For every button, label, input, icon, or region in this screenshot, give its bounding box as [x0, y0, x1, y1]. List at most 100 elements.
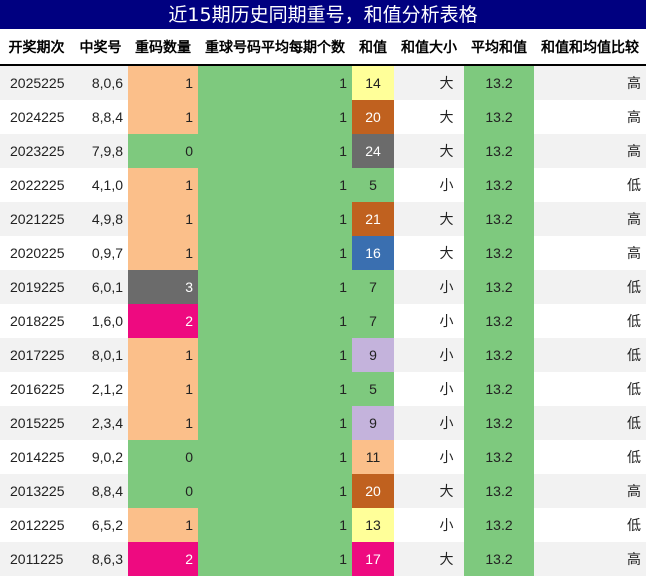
table-row: 2018225 1,6,0 2 1 7 小 13.2 低 — [0, 304, 646, 338]
avg-sum-cell: 13.2 — [464, 474, 534, 508]
compare-cell: 低 — [534, 440, 646, 474]
repeat-count-cell: 1 — [128, 338, 198, 372]
table-row: 2015225 2,3,4 1 1 9 小 13.2 低 — [0, 406, 646, 440]
table-row: 2020225 0,9,7 1 1 16 大 13.2 高 — [0, 236, 646, 270]
repeat-count-cell: 1 — [128, 168, 198, 202]
avg-sum-cell: 13.2 — [464, 168, 534, 202]
table-row: 2022225 4,1,0 1 1 5 小 13.2 低 — [0, 168, 646, 202]
table-row: 2025225 8,0,6 1 1 14 大 13.2 高 — [0, 65, 646, 100]
table-row: 2019225 6,0,1 3 1 7 小 13.2 低 — [0, 270, 646, 304]
table-row: 2021225 4,9,8 1 1 21 大 13.2 高 — [0, 202, 646, 236]
sum-cell: 14 — [352, 65, 394, 100]
avg-repeat-cell: 1 — [198, 508, 352, 542]
avg-repeat-cell: 1 — [198, 270, 352, 304]
sum-size-cell: 大 — [394, 134, 464, 168]
compare-cell: 低 — [534, 372, 646, 406]
period-cell: 2011225 — [0, 542, 73, 576]
compare-cell: 高 — [534, 542, 646, 576]
table-row: 2014225 9,0,2 0 1 11 小 13.2 低 — [0, 440, 646, 474]
lottery-analysis-table: 开奖期次 中奖号 重码数量 重球号码平均每期个数 和值 和值大小 平均和值 和值… — [0, 30, 646, 576]
avg-sum-cell: 13.2 — [464, 440, 534, 474]
repeat-count-cell: 1 — [128, 100, 198, 134]
period-cell: 2018225 — [0, 304, 73, 338]
winning-numbers-cell: 6,0,1 — [73, 270, 128, 304]
avg-repeat-cell: 1 — [198, 542, 352, 576]
period-cell: 2017225 — [0, 338, 73, 372]
repeat-count-cell: 1 — [128, 202, 198, 236]
avg-sum-cell: 13.2 — [464, 304, 534, 338]
period-cell: 2012225 — [0, 508, 73, 542]
compare-cell: 高 — [534, 134, 646, 168]
repeat-count-cell: 1 — [128, 406, 198, 440]
sum-cell: 13 — [352, 508, 394, 542]
compare-cell: 高 — [534, 236, 646, 270]
sum-cell: 7 — [352, 270, 394, 304]
sum-size-cell: 大 — [394, 65, 464, 100]
period-cell: 2024225 — [0, 100, 73, 134]
sum-size-cell: 大 — [394, 100, 464, 134]
avg-repeat-cell: 1 — [198, 338, 352, 372]
sum-cell: 20 — [352, 474, 394, 508]
sum-cell: 9 — [352, 338, 394, 372]
sum-size-cell: 小 — [394, 338, 464, 372]
table-row: 2012225 6,5,2 1 1 13 小 13.2 低 — [0, 508, 646, 542]
avg-repeat-cell: 1 — [198, 65, 352, 100]
avg-sum-cell: 13.2 — [464, 508, 534, 542]
compare-cell: 高 — [534, 65, 646, 100]
avg-repeat-cell: 1 — [198, 236, 352, 270]
column-header: 和值 — [352, 30, 394, 66]
sum-size-cell: 大 — [394, 474, 464, 508]
period-cell: 2015225 — [0, 406, 73, 440]
winning-numbers-cell: 8,0,6 — [73, 65, 128, 100]
period-cell: 2016225 — [0, 372, 73, 406]
period-cell: 2013225 — [0, 474, 73, 508]
avg-sum-cell: 13.2 — [464, 236, 534, 270]
winning-numbers-cell: 0,9,7 — [73, 236, 128, 270]
avg-repeat-cell: 1 — [198, 202, 352, 236]
sum-size-cell: 小 — [394, 406, 464, 440]
avg-repeat-cell: 1 — [198, 406, 352, 440]
column-header: 中奖号 — [73, 30, 128, 66]
table-row: 2017225 8,0,1 1 1 9 小 13.2 低 — [0, 338, 646, 372]
repeat-count-cell: 0 — [128, 474, 198, 508]
repeat-count-cell: 1 — [128, 236, 198, 270]
sum-size-cell: 小 — [394, 508, 464, 542]
table-body: 2025225 8,0,6 1 1 14 大 13.2 高 2024225 8,8,4 1 1 20 大 1… — [0, 65, 646, 576]
column-header: 和值和均值比较 — [534, 30, 646, 66]
avg-repeat-cell: 1 — [198, 372, 352, 406]
compare-cell: 低 — [534, 168, 646, 202]
column-header: 重球号码平均每期个数 — [198, 30, 352, 66]
compare-cell: 低 — [534, 304, 646, 338]
table-title: 近15期历史同期重号，和值分析表格 — [0, 0, 646, 30]
period-cell: 2022225 — [0, 168, 73, 202]
sum-size-cell: 小 — [394, 270, 464, 304]
winning-numbers-cell: 4,9,8 — [73, 202, 128, 236]
avg-sum-cell: 13.2 — [464, 338, 534, 372]
compare-cell: 高 — [534, 202, 646, 236]
period-cell: 2014225 — [0, 440, 73, 474]
sum-cell: 21 — [352, 202, 394, 236]
repeat-count-cell: 3 — [128, 270, 198, 304]
compare-cell: 低 — [534, 270, 646, 304]
compare-cell: 高 — [534, 474, 646, 508]
winning-numbers-cell: 8,6,3 — [73, 542, 128, 576]
table-row: 2016225 2,1,2 1 1 5 小 13.2 低 — [0, 372, 646, 406]
sum-size-cell: 小 — [394, 304, 464, 338]
repeat-count-cell: 1 — [128, 65, 198, 100]
column-header: 开奖期次 — [0, 30, 73, 66]
period-cell: 2023225 — [0, 134, 73, 168]
sum-size-cell: 大 — [394, 236, 464, 270]
avg-repeat-cell: 1 — [198, 304, 352, 338]
table-row: 2011225 8,6,3 2 1 17 大 13.2 高 — [0, 542, 646, 576]
column-header: 重码数量 — [128, 30, 198, 66]
repeat-count-cell: 1 — [128, 372, 198, 406]
avg-repeat-cell: 1 — [198, 100, 352, 134]
sum-size-cell: 小 — [394, 372, 464, 406]
repeat-count-cell: 0 — [128, 134, 198, 168]
period-cell: 2021225 — [0, 202, 73, 236]
avg-sum-cell: 13.2 — [464, 542, 534, 576]
winning-numbers-cell: 2,1,2 — [73, 372, 128, 406]
period-cell: 2020225 — [0, 236, 73, 270]
column-header: 平均和值 — [464, 30, 534, 66]
avg-sum-cell: 13.2 — [464, 406, 534, 440]
